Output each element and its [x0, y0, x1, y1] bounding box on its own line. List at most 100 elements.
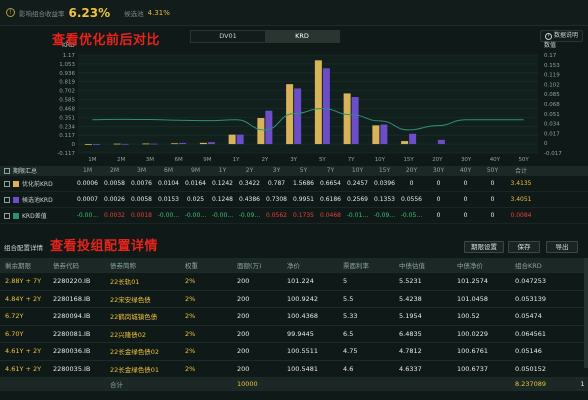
detail-col-header[interactable]: 净价 [282, 260, 338, 270]
x-tick-label: 2Y [261, 157, 268, 163]
bar [92, 144, 100, 145]
detail-table-row[interactable]: 6.72Y 2280094.IB 22鹤岗城镇色债 2% 200 100.4368 5.33… [0, 308, 588, 326]
x-tick-label: 40Y [490, 157, 501, 163]
detail-cell: 0.05474 [515, 312, 542, 321]
total-label: 合计 [110, 381, 123, 389]
x-tick-label: 1M [88, 157, 96, 163]
detail-col-header[interactable]: 剩余期限 [0, 260, 48, 270]
right-tick-label: 0.051 [544, 112, 560, 118]
right-tick-label: 0.068 [544, 102, 560, 108]
detail-cell: 2280035.IB [53, 364, 91, 373]
detail-cell: 6.4835 [399, 329, 422, 338]
detail-cell: 100.5511 [287, 347, 319, 356]
detail-table-row[interactable]: 4.84Y + 2Y 2280168.IB 22宋安绿色债 2% 200 100.9242… [0, 291, 588, 308]
candidate-value: 4.31% [147, 8, 170, 17]
total-face: 10000 [237, 380, 258, 388]
detail-cell: 22长轨01 [110, 278, 140, 287]
matrix-cell: 0.2569 [347, 196, 368, 203]
matrix-cell: 0 [463, 212, 468, 219]
matrix-col-header: 30Y [432, 167, 445, 174]
matrix-col-header: 5Y [299, 167, 308, 174]
matrix-col-header: 7Y [326, 167, 335, 174]
checkbox-icon[interactable] [4, 196, 10, 203]
detail-cell: 0.064561 [515, 329, 547, 338]
detail-cell: 6.5 [343, 329, 354, 338]
detail-cell: 2280036.IB [53, 347, 91, 356]
legend-swatch [13, 212, 19, 219]
matrix-cell: 0.0164 [185, 180, 206, 187]
right-tick-label: -0.017 [544, 151, 562, 157]
detail-cell: 99.9445 [287, 329, 314, 338]
table-scrollbar[interactable] [584, 258, 588, 368]
detail-col-header[interactable]: 债券代码 [48, 260, 105, 270]
matrix-col-header: 1M [83, 167, 92, 174]
matrix-cell: 1.5686 [293, 180, 314, 187]
matrix-col-header: 15Y [378, 167, 391, 174]
right-tick-label: 0 [544, 141, 548, 147]
detail-col-header[interactable]: 债券简称 [105, 260, 180, 270]
matrix-cell: -0.00… [184, 212, 207, 219]
detail-table-row[interactable]: 4.61Y + 2Y 2280036.IB 22长金绿色债02 2% 200 100.55… [0, 343, 588, 361]
bar [84, 144, 92, 145]
matrix-cell: 0.6186 [320, 196, 341, 203]
checkbox-icon[interactable] [4, 180, 10, 187]
term-settings-button[interactable]: 期限设置 [464, 241, 504, 253]
detail-col-header[interactable]: 票面利率 [338, 260, 394, 270]
x-tick-label: 50Y [518, 157, 529, 163]
detail-cell: 101.224 [287, 277, 314, 286]
detail-col-header[interactable]: 面额(万) [232, 260, 282, 270]
checkbox-icon[interactable] [4, 167, 10, 174]
detail-col-header[interactable]: 中债净价 [452, 260, 510, 270]
x-tick-label: 9M [203, 157, 211, 163]
export-button[interactable]: 导出 [546, 241, 578, 253]
bar [257, 118, 265, 145]
detail-col-header[interactable]: 组合KRD [510, 260, 572, 270]
x-tick-label: 7Y [348, 157, 355, 163]
checkbox-icon[interactable] [4, 212, 10, 219]
detail-cell: 2280220.IB [53, 277, 91, 286]
bar [236, 134, 244, 145]
matrix-cell: 0 [463, 196, 468, 203]
yield-value: 6.23% [68, 5, 111, 20]
detail-cell: 22宋安绿色债 [110, 295, 151, 304]
x-tick-label: 3M [146, 157, 154, 163]
save-button[interactable]: 保存 [508, 241, 540, 253]
detail-col-header[interactable]: 权重 [180, 260, 232, 270]
detail-table-row[interactable]: 2.88Y + 7Y 2280220.IB 22长轨01 2% 200 101.224 5 5… [0, 273, 588, 291]
matrix-cell: 0.0468 [320, 212, 341, 219]
detail-table-row[interactable]: 4.61Y + 2Y 2280035.IB 22长金绿色债01 2% 200 100.54… [0, 361, 588, 378]
detail-cell: 5.5231 [399, 277, 422, 286]
left-tick-label: 0.351 [59, 115, 75, 121]
detail-cell: 22兴隆债02 [110, 330, 147, 339]
matrix-cell: 0.1242 [212, 180, 233, 187]
detail-cell: 0.053139 [515, 294, 547, 303]
left-tick-label: 0.585 [59, 98, 75, 104]
right-tick-label: 0.102 [544, 82, 560, 88]
matrix-col-header: 9M [191, 167, 200, 174]
matrix-row: 候选池KRD 0.0007 0.0026 0.0058 0.0153 0.025 0.124… [0, 192, 588, 208]
candidate-label: 候选池 [124, 9, 144, 18]
bar [401, 141, 409, 145]
matrix-header-label: 期限汇总 [0, 166, 74, 175]
matrix-row: KRD差值 -0.00… 0.0032 0.0018 -0.00… -0.00… -0.00… [0, 208, 588, 224]
matrix-col-header: 50Y [486, 167, 499, 174]
matrix-cell: -0.09… [238, 212, 261, 219]
detail-col-header[interactable]: 中债估值 [394, 260, 452, 270]
bar [314, 60, 322, 145]
detail-table-row[interactable]: 6.70Y 2280081.IB 22兴隆债02 2% 200 99.9445 6.5 6.4… [0, 326, 588, 343]
matrix-cell: 0.3422 [239, 180, 260, 187]
page-number[interactable]: 1 [572, 380, 588, 388]
matrix-cell: 0.0058 [104, 180, 125, 187]
detail-cell: 5.1954 [399, 312, 422, 321]
detail-cell: 2% [185, 347, 196, 356]
detail-cell: 100.52 [457, 312, 480, 321]
bar [179, 142, 187, 145]
detail-cell: 100.0229 [457, 329, 489, 338]
detail-cell: 2% [185, 277, 196, 286]
matrix-row-label: 候选池KRD [0, 195, 74, 204]
matrix-cell: 0.0104 [158, 180, 179, 187]
bar [142, 143, 150, 145]
matrix-cell: -0.00… [76, 212, 99, 219]
matrix-cell: 0.2457 [347, 180, 368, 187]
matrix-cell: 0.1353 [374, 196, 395, 203]
